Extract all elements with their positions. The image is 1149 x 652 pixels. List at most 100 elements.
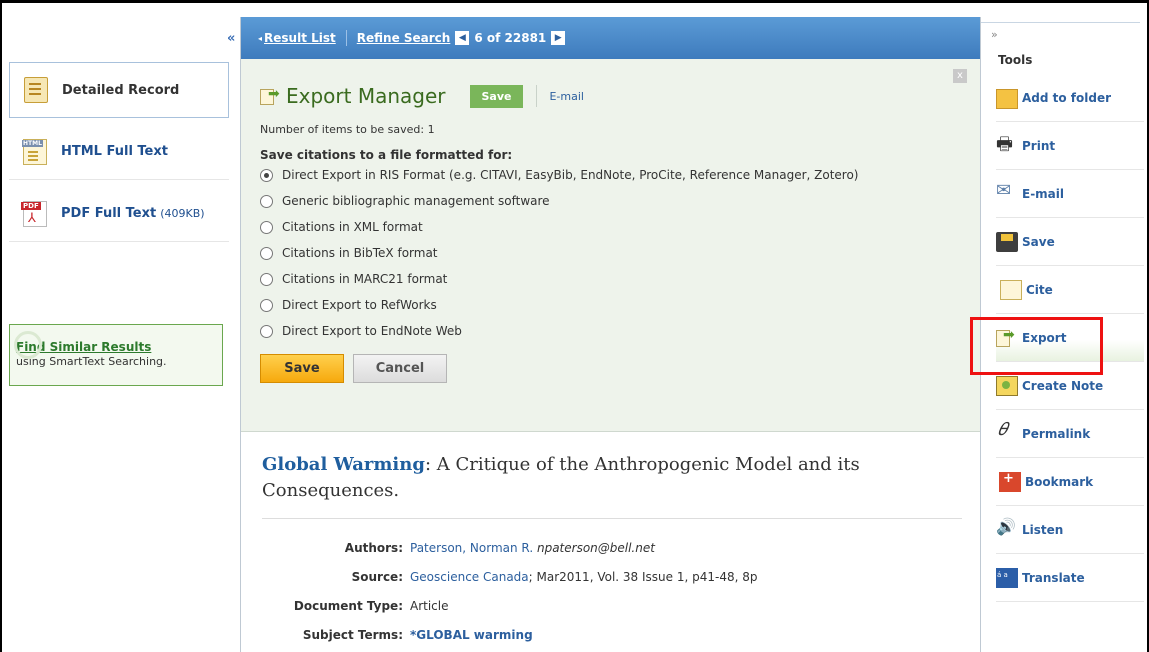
tool-label: Save [1022, 234, 1055, 249]
format-option-label: Citations in XML format [282, 220, 423, 234]
tool-cite[interactable]: Cite [996, 266, 1144, 314]
note-icon [996, 375, 1018, 396]
pdf-icon [21, 200, 47, 227]
folder-icon [996, 89, 1018, 109]
printer-icon [996, 132, 1018, 162]
email-link[interactable]: E-mail [549, 90, 584, 103]
format-option[interactable]: Citations in XML format [260, 214, 980, 240]
format-option-label: Citations in BibTeX format [282, 246, 438, 260]
tool-add-to-folder[interactable]: Add to folder [996, 74, 1144, 122]
result-navigation-bar: ◂ Result List Refine Search ◀ 6 of 22881… [241, 17, 980, 59]
next-result-icon[interactable]: ▶ [551, 31, 566, 45]
find-similar-link[interactable]: Find Similar Results [16, 340, 222, 354]
tool-print[interactable]: Print [996, 122, 1144, 170]
radio-button[interactable] [260, 246, 273, 260]
save-button[interactable]: Save [260, 354, 344, 383]
subject-term-link[interactable]: *GLOBAL warming [410, 628, 533, 642]
format-option-label: Direct Export to RefWorks [282, 298, 437, 312]
author-email: npaterson@bell.net [536, 540, 655, 555]
author-link[interactable]: Paterson, Norman R. [410, 541, 533, 555]
save-icon [996, 231, 1018, 252]
tool-label: Print [1022, 138, 1056, 153]
collapse-left-button[interactable]: « [227, 31, 235, 46]
format-option-label: Direct Export in RIS Format (e.g. CITAVI… [282, 168, 859, 182]
radio-button[interactable] [260, 220, 273, 234]
format-option[interactable]: Citations in MARC21 format [260, 266, 980, 292]
record-fields: Authors: Paterson, Norman R. npaterson@b… [262, 533, 980, 649]
result-list-link[interactable]: Result List [264, 31, 336, 45]
tool-listen[interactable]: Listen [996, 506, 1144, 554]
record-details: Global Warming: A Critique of the Anthro… [241, 432, 980, 649]
field-key: Document Type: [293, 598, 403, 613]
speaker-icon [996, 517, 1018, 540]
export-manager-panel: x Export Manager Save E-mail Number of i… [241, 59, 980, 432]
back-arrow-icon: ◂ [258, 33, 263, 43]
format-option[interactable]: Direct Export to RefWorks [260, 292, 980, 318]
header-save-button[interactable]: Save [469, 84, 524, 108]
header-separator [536, 85, 538, 107]
export-manager-title: Export Manager [286, 84, 446, 108]
format-option[interactable]: Generic bibliographic management softwar… [260, 188, 980, 214]
permalink-icon [996, 419, 1018, 444]
format-title: Save citations to a file formatted for: [260, 148, 513, 162]
refine-search-link[interactable]: Refine Search [357, 31, 451, 45]
main-content: ◂ Result List Refine Search ◀ 6 of 22881… [240, 17, 981, 652]
nav-detailed-record[interactable]: Detailed Record [9, 62, 229, 118]
close-icon[interactable]: x [953, 69, 967, 83]
magnifier-icon [14, 331, 42, 359]
tool-label: E-mail [1022, 186, 1065, 201]
nav-html-full-text[interactable]: HTML Full Text [9, 124, 229, 180]
format-option[interactable]: Citations in BibTeX format [260, 240, 980, 266]
tool-label: Translate [1022, 570, 1085, 585]
tool-email[interactable]: E-mail [996, 170, 1144, 218]
tool-label: Add to folder [1022, 90, 1112, 105]
nav-separator [345, 30, 347, 46]
export-actions: Save Cancel [260, 354, 980, 383]
result-position: 6 of 22881 [474, 31, 547, 45]
format-option[interactable]: Direct Export in RIS Format (e.g. CITAVI… [260, 162, 980, 188]
cancel-button[interactable]: Cancel [353, 354, 447, 383]
export-icon [260, 86, 282, 105]
format-option-label: Direct Export to EndNote Web [282, 324, 462, 338]
format-option[interactable]: Direct Export to EndNote Web [260, 318, 980, 344]
tool-translate[interactable]: Translate [996, 554, 1144, 602]
cite-icon [1000, 279, 1022, 300]
radio-button[interactable] [260, 298, 273, 312]
find-similar-box: Find Similar Results using SmartText Sea… [9, 324, 223, 386]
nav-pdf-full-text[interactable]: PDF Full Text (409KB) [9, 186, 229, 242]
divider [262, 518, 962, 519]
tool-permalink[interactable]: Permalink [996, 410, 1144, 458]
document-type-value: Article [410, 598, 449, 613]
nav-detailed-record-label: Detailed Record [62, 82, 180, 98]
translate-icon [996, 567, 1018, 588]
field-key: Source: [351, 569, 403, 584]
export-manager-header: Export Manager Save E-mail [260, 81, 980, 111]
tool-bookmark[interactable]: Bookmark [996, 458, 1144, 506]
tool-save[interactable]: Save [996, 218, 1144, 266]
source-details: ; Mar2011, Vol. 38 Issue 1, p41-48, 8p [528, 569, 758, 584]
source-link[interactable]: Geoscience Canada [410, 570, 529, 584]
field-key: Subject Terms: [302, 627, 403, 642]
format-option-label: Citations in MARC21 format [282, 272, 448, 286]
tool-label: Create Note [1022, 378, 1104, 393]
email-icon [996, 180, 1018, 204]
record-title: Global Warming: A Critique of the Anthro… [262, 452, 902, 504]
tool-label: Listen [1022, 522, 1064, 537]
tools-title: Tools [998, 53, 1033, 67]
radio-button-selected[interactable] [260, 168, 273, 182]
items-count: Number of items to be saved: 1 [260, 123, 435, 136]
previous-result-icon[interactable]: ◀ [455, 31, 470, 45]
radio-button[interactable] [260, 194, 273, 208]
bookmark-icon [999, 471, 1021, 492]
record-title-highlight: Global Warming [262, 454, 425, 475]
expand-right-button[interactable]: » [991, 28, 998, 41]
highlight-annotation-box [970, 317, 1103, 375]
field-authors: Authors: Paterson, Norman R. npaterson@b… [262, 533, 980, 562]
detailed-record-icon [24, 77, 48, 103]
nav-pdf-full-text-label: PDF Full Text [61, 206, 157, 221]
html-full-text-icon [22, 138, 47, 165]
nav-html-full-text-label: HTML Full Text [61, 144, 168, 159]
radio-button[interactable] [260, 324, 273, 338]
format-options: Direct Export in RIS Format (e.g. CITAVI… [260, 162, 980, 344]
radio-button[interactable] [260, 272, 273, 286]
